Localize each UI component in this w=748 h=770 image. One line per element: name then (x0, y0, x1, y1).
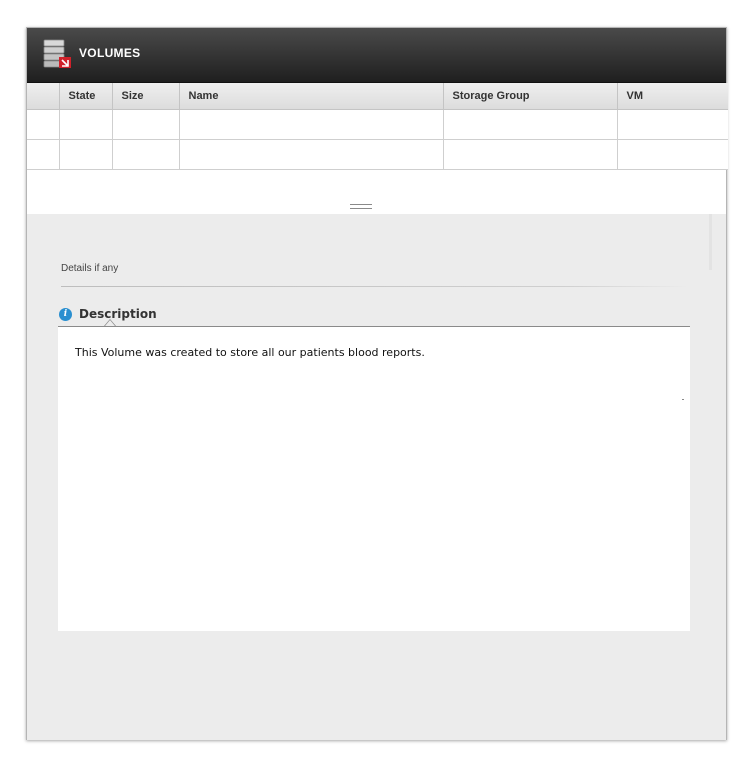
description-text: This Volume was created to store all our… (75, 346, 425, 359)
tab-description-label: Description (79, 307, 157, 321)
volumes-grid: State Size Name Storage Group VM (27, 83, 728, 214)
column-header-size[interactable]: Size (112, 83, 180, 110)
table-cell (617, 109, 728, 140)
table-row[interactable] (27, 109, 728, 140)
table-cell (59, 139, 113, 170)
section-shade (709, 214, 712, 270)
volumes-table: State Size Name Storage Group VM (27, 83, 728, 170)
table-cell (27, 109, 60, 140)
table-cell (617, 139, 728, 170)
column-header-select[interactable] (27, 83, 60, 110)
table-cell (443, 109, 618, 140)
details-section: Details if any i Description This Volume… (27, 214, 726, 740)
table-row[interactable] (27, 139, 728, 170)
column-header-state[interactable]: State (59, 83, 113, 110)
info-icon: i (59, 307, 72, 321)
table-cell (27, 139, 60, 170)
details-label: Details if any (61, 263, 119, 274)
table-cell (112, 109, 180, 140)
table-cell (59, 109, 113, 140)
table-header-row: State Size Name Storage Group VM (27, 83, 728, 110)
table-cell (179, 109, 444, 140)
description-box: This Volume was created to store all our… (58, 326, 690, 631)
panel-title: VOLUMES (79, 46, 141, 60)
table-cell (443, 139, 618, 170)
resize-handle[interactable] (350, 204, 372, 209)
column-header-name[interactable]: Name (179, 83, 444, 110)
volumes-panel: VOLUMES State Size Name Storage Group VM (26, 27, 728, 740)
details-divider (61, 286, 689, 287)
tab-pointer (104, 319, 116, 326)
panel-header: VOLUMES (27, 28, 726, 83)
database-icon (43, 39, 71, 68)
scroll-marker (682, 399, 684, 400)
table-cell (112, 139, 180, 170)
column-header-vm[interactable]: VM (617, 83, 728, 110)
table-cell (179, 139, 444, 170)
column-header-storage-group[interactable]: Storage Group (443, 83, 618, 110)
